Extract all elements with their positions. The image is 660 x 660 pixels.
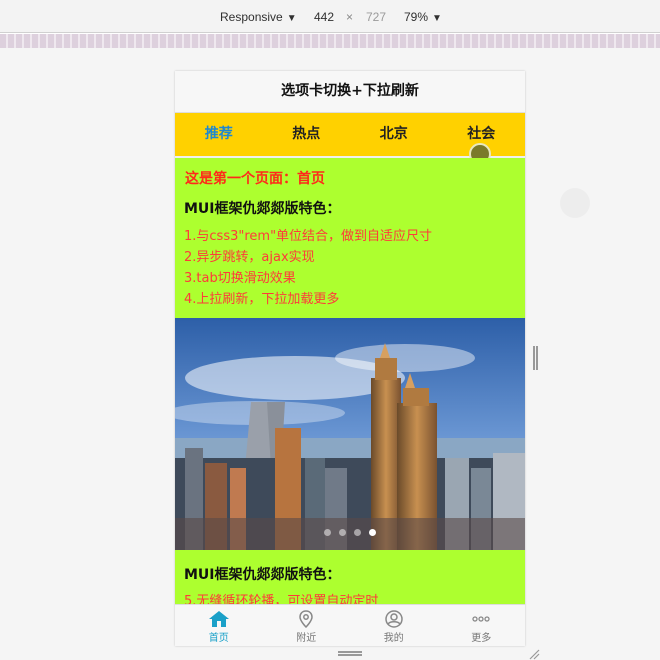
chevron-down-icon: ▼ [286,13,297,24]
image-carousel[interactable] [175,318,525,550]
section-heading: MUI框架仇郯郯版特色： [184,201,341,217]
section-heading: MUI框架仇郯郯版特色： [184,567,341,583]
tabbar-home[interactable]: 首页 [175,605,263,646]
location-icon [299,610,314,628]
zoom-label: 79% [404,10,429,24]
device-label: Responsive [220,10,283,24]
tabbar-mine[interactable]: 我的 [350,605,438,646]
user-icon [385,610,403,628]
tabbar-label: 附近 [296,633,317,644]
devtools-toolbar: Responsive ▼ 442 × 727 79% ▼ [0,0,660,33]
page-title: 选项卡切换+下拉刷新 [175,71,525,113]
height-input[interactable]: 727 [366,10,386,24]
content-page-title: 这是第一个页面：首页 [185,171,325,187]
dimension-separator: × [346,10,354,24]
resize-handle-corner[interactable] [528,648,540,660]
width-input[interactable]: 442 [314,10,334,24]
resize-handle-bottom[interactable] [338,651,362,656]
feature-item: 3.tab切换滑动效果 [184,271,296,286]
tabbar-label: 更多 [471,633,492,644]
feature-item: 2.异步跳转，ajax实现 [184,250,315,265]
feature-item: 5.无缝循环轮播，可设置自动定时 [184,594,379,604]
content-area[interactable]: 这是第一个页面：首页 MUI框架仇郯郯版特色： 1.与css3"rem"单位结合… [175,158,525,604]
ghost-artifact [560,188,590,218]
tabbar-more[interactable]: 更多 [438,605,526,646]
carousel-dot[interactable] [324,529,331,536]
carousel-dot[interactable] [354,529,361,536]
resize-handle-right[interactable] [533,346,538,370]
carousel-dot[interactable] [339,529,346,536]
carousel-dot-active[interactable] [369,529,376,536]
tabbar-nearby[interactable]: 附近 [263,605,351,646]
device-select[interactable]: Responsive ▼ [220,10,297,24]
chevron-down-icon: ▼ [432,13,442,24]
phone-viewport: 选项卡切换+下拉刷新 推荐 热点 北京 社会 这是第一个页面：首页 MUI框架仇… [175,71,525,646]
tab-recommend[interactable]: 推荐 [175,113,263,156]
feature-item: 1.与css3"rem"单位结合，做到自适应尺寸 [184,229,433,244]
tab-hot[interactable]: 热点 [263,113,351,156]
home-icon [208,611,229,627]
tabbar-label: 首页 [208,633,229,644]
media-query-ruler[interactable] [0,34,660,48]
more-icon [472,616,490,622]
tab-beijing[interactable]: 北京 [350,113,438,156]
city-skyline-image [175,318,525,550]
feature-item: 4.上拉刷新，下拉加载更多 [184,292,340,307]
tabbar-label: 我的 [383,633,404,644]
carousel-indicators [175,521,525,540]
zoom-select[interactable]: 79% ▼ [404,10,442,24]
bottom-tab-bar: 首页 附近 我的 更多 [175,604,525,646]
